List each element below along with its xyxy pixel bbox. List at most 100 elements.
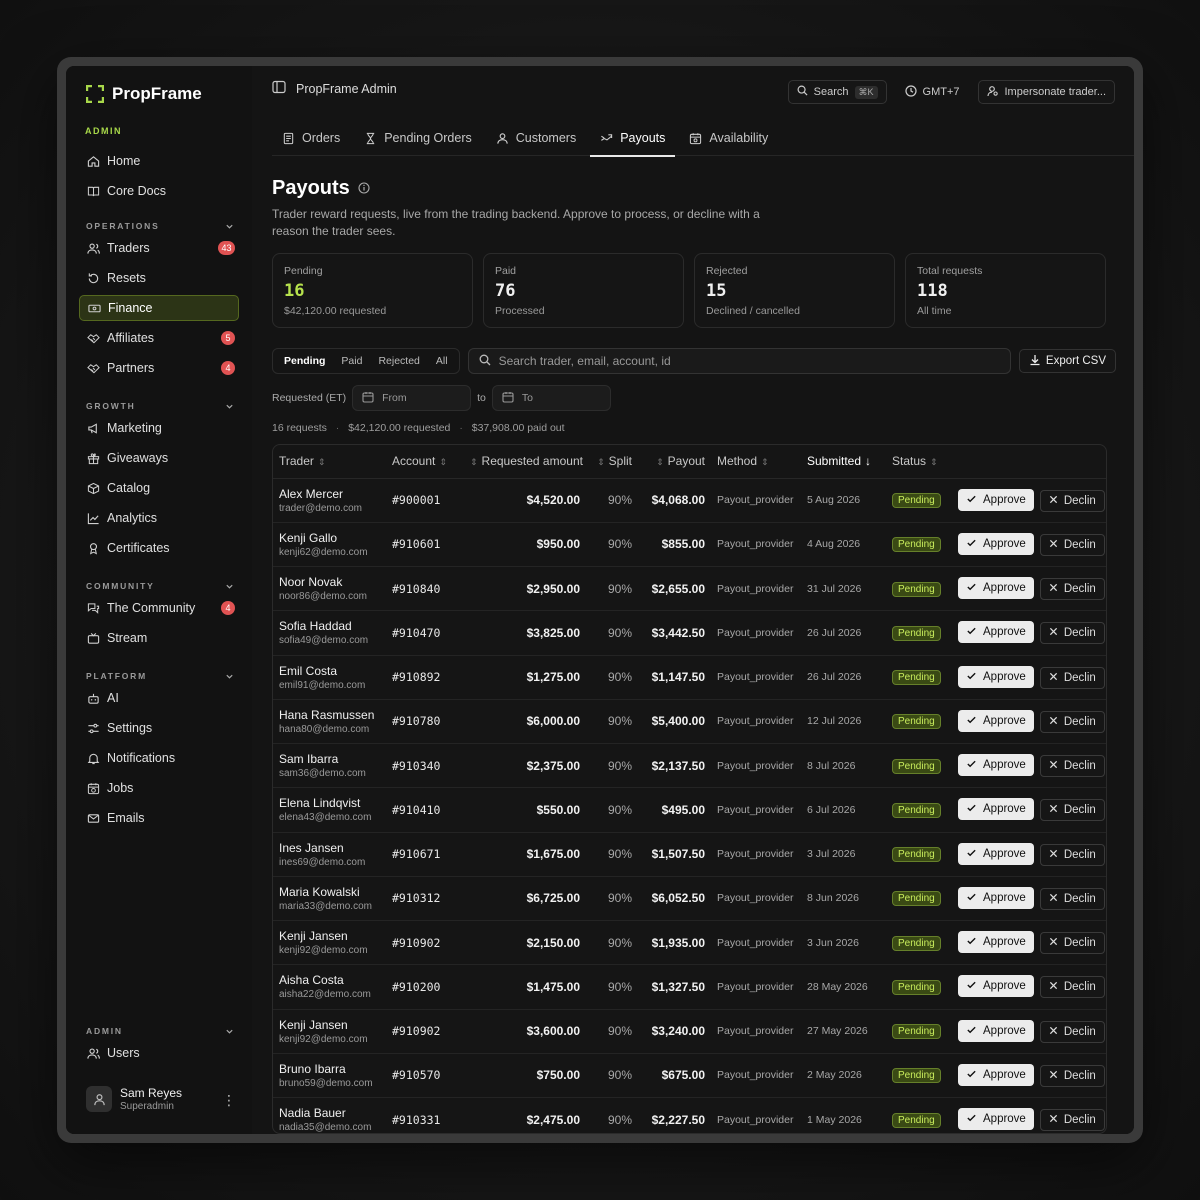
user-card[interactable]: Sam Reyes Superadmin ⋮ bbox=[86, 1086, 236, 1112]
tab-orders[interactable]: Orders bbox=[272, 120, 350, 156]
table-row[interactable]: Kenji Jansen kenji92@demo.com #910902 $2,15… bbox=[273, 920, 1106, 966]
trader-name[interactable]: Nadia Bauer bbox=[279, 1106, 380, 1120]
sidebar-item-emails[interactable]: Emails bbox=[79, 805, 239, 831]
approve-button[interactable]: Approve bbox=[958, 886, 1034, 909]
sidebar-item-finance[interactable]: Finance bbox=[79, 295, 239, 321]
column-header-method[interactable]: Method ⇕ bbox=[711, 445, 801, 479]
sidebar-item-stream[interactable]: Stream bbox=[79, 625, 239, 651]
approve-button[interactable]: Approve bbox=[958, 754, 1034, 777]
tab-availability[interactable]: Availability bbox=[679, 120, 778, 156]
filter-pending[interactable]: Pending bbox=[276, 351, 333, 371]
trader-name[interactable]: Alex Mercer bbox=[279, 487, 380, 501]
column-header-split[interactable]: ⇕ Split bbox=[586, 445, 638, 479]
decline-button[interactable]: Declin bbox=[1039, 1064, 1105, 1087]
trader-name[interactable]: Hana Rasmussen bbox=[279, 708, 380, 722]
trader-name[interactable]: Ines Jansen bbox=[279, 841, 380, 855]
search-input[interactable]: Search trader, email, account, id bbox=[467, 348, 1011, 374]
table-row[interactable]: Kenji Gallo kenji62@demo.com #910601 $950.0… bbox=[273, 522, 1106, 568]
section-platform[interactable]: PLATFORM bbox=[86, 671, 234, 681]
decline-button[interactable]: Declin bbox=[1039, 578, 1105, 601]
section-growth[interactable]: GROWTH bbox=[86, 401, 234, 411]
filter-all[interactable]: All bbox=[428, 351, 456, 371]
table-row[interactable]: Alex Mercer trader@demo.com #900001 $4,520.… bbox=[273, 478, 1106, 523]
table-row[interactable]: Kenji Jansen kenji92@demo.com #910902 $3,60… bbox=[273, 1009, 1106, 1054]
approve-button[interactable]: Approve bbox=[958, 842, 1034, 865]
sidebar-item-resets[interactable]: Resets bbox=[79, 265, 239, 291]
approve-button[interactable]: Approve bbox=[958, 975, 1034, 998]
sidebar-item-marketing[interactable]: Marketing bbox=[79, 415, 239, 441]
trader-name[interactable]: Bruno Ibarra bbox=[279, 1062, 380, 1076]
decline-button[interactable]: Declin bbox=[1039, 932, 1105, 955]
trader-name[interactable]: Kenji Jansen bbox=[279, 1018, 380, 1032]
sidebar-item-the-community[interactable]: The Community 4 bbox=[79, 595, 239, 621]
sidebar-item-catalog[interactable]: Catalog bbox=[79, 475, 239, 501]
sidebar-item-notifications[interactable]: Notifications bbox=[79, 745, 239, 771]
from-date-input[interactable]: From bbox=[352, 385, 472, 411]
decline-button[interactable]: Declin bbox=[1039, 710, 1105, 733]
section-admin[interactable]: ADMIN bbox=[86, 1026, 234, 1036]
table-row[interactable]: Maria Kowalski maria33@demo.com #910312 $6,… bbox=[273, 876, 1106, 922]
to-date-input[interactable]: To bbox=[491, 385, 611, 411]
decline-button[interactable]: Declin bbox=[1039, 887, 1105, 910]
tab-customers[interactable]: Customers bbox=[486, 120, 586, 156]
table-row[interactable]: Sam Ibarra sam36@demo.com #910340 $2,375.00… bbox=[273, 743, 1106, 789]
trader-name[interactable]: Noor Novak bbox=[279, 575, 380, 589]
decline-button[interactable]: Declin bbox=[1039, 1109, 1105, 1132]
decline-button[interactable]: Declin bbox=[1039, 799, 1105, 822]
sidebar-item-giveaways[interactable]: Giveaways bbox=[79, 445, 239, 471]
column-header-trader[interactable]: Trader ⇕ bbox=[273, 445, 386, 479]
sidebar-item-users[interactable]: Users bbox=[79, 1040, 239, 1066]
approve-button[interactable]: Approve bbox=[958, 1019, 1034, 1042]
trader-name[interactable]: Aisha Costa bbox=[279, 973, 380, 987]
table-row[interactable]: Aisha Costa aisha22@demo.com #910200 $1,475… bbox=[273, 964, 1106, 1010]
table-row[interactable]: Hana Rasmussen hana80@demo.com #910780 $6,0… bbox=[273, 699, 1106, 745]
approve-button[interactable]: Approve bbox=[958, 1108, 1034, 1131]
approve-button[interactable]: Approve bbox=[958, 1063, 1034, 1086]
tab-pending-orders[interactable]: Pending Orders bbox=[354, 120, 482, 156]
sidebar-toggle-icon[interactable] bbox=[272, 80, 286, 97]
approve-button[interactable]: Approve bbox=[958, 532, 1034, 555]
sidebar-item-core-docs[interactable]: Core Docs bbox=[79, 178, 239, 204]
table-row[interactable]: Bruno Ibarra bruno59@demo.com #910570 $750.… bbox=[273, 1053, 1106, 1099]
sidebar-item-jobs[interactable]: Jobs bbox=[79, 775, 239, 801]
trader-name[interactable]: Maria Kowalski bbox=[279, 885, 380, 899]
sidebar-item-home[interactable]: Home bbox=[79, 148, 239, 174]
column-header-payout[interactable]: ⇕ Payout bbox=[638, 445, 711, 479]
trader-name[interactable]: Elena Lindqvist bbox=[279, 796, 380, 810]
trader-name[interactable]: Kenji Gallo bbox=[279, 531, 380, 545]
decline-button[interactable]: Declin bbox=[1039, 755, 1105, 778]
timezone-button[interactable]: GMT+7 bbox=[897, 80, 968, 104]
table-row[interactable]: Noor Novak noor86@demo.com #910840 $2,950.0… bbox=[273, 566, 1106, 612]
column-header-account[interactable]: Account ⇕ bbox=[386, 445, 464, 479]
decline-button[interactable]: Declin bbox=[1039, 976, 1105, 999]
approve-button[interactable]: Approve bbox=[958, 621, 1034, 644]
filter-paid[interactable]: Paid bbox=[333, 351, 370, 371]
approve-button[interactable]: Approve bbox=[958, 709, 1034, 732]
section-community[interactable]: COMMUNITY bbox=[86, 581, 234, 591]
table-row[interactable]: Elena Lindqvist elena43@demo.com #910410 $5… bbox=[273, 787, 1106, 833]
approve-button[interactable]: Approve bbox=[958, 931, 1034, 954]
approve-button[interactable]: Approve bbox=[958, 488, 1034, 511]
decline-button[interactable]: Declin bbox=[1039, 843, 1105, 866]
sidebar-item-analytics[interactable]: Analytics bbox=[79, 505, 239, 531]
sidebar-item-partners[interactable]: Partners 4 bbox=[79, 355, 239, 381]
section-operations[interactable]: OPERATIONS bbox=[86, 221, 234, 231]
sidebar-item-traders[interactable]: Traders 43 bbox=[79, 235, 239, 261]
decline-button[interactable]: Declin bbox=[1039, 489, 1105, 512]
column-header-acti[interactable]: Acti bbox=[954, 445, 1106, 479]
approve-button[interactable]: Approve bbox=[958, 577, 1034, 600]
trader-name[interactable]: Sofia Haddad bbox=[279, 619, 380, 633]
column-header-status[interactable]: Status ⇕ bbox=[886, 445, 954, 479]
table-row[interactable]: Ines Jansen ines69@demo.com #910671 $1,675.… bbox=[273, 832, 1106, 877]
impersonate-button[interactable]: Impersonate trader... bbox=[977, 80, 1115, 104]
info-icon[interactable] bbox=[358, 177, 370, 200]
trader-name[interactable]: Sam Ibarra bbox=[279, 752, 380, 766]
decline-button[interactable]: Declin bbox=[1039, 1020, 1105, 1043]
table-row[interactable]: Emil Costa emil91@demo.com #910892 $1,275.0… bbox=[273, 655, 1106, 700]
decline-button[interactable]: Declin bbox=[1039, 622, 1105, 645]
approve-button[interactable]: Approve bbox=[958, 798, 1034, 821]
trader-name[interactable]: Kenji Jansen bbox=[279, 929, 380, 943]
export-csv-button[interactable]: Export CSV bbox=[1018, 349, 1116, 373]
search-button[interactable]: Search ⌘K bbox=[787, 80, 887, 104]
filter-rejected[interactable]: Rejected bbox=[370, 351, 427, 371]
